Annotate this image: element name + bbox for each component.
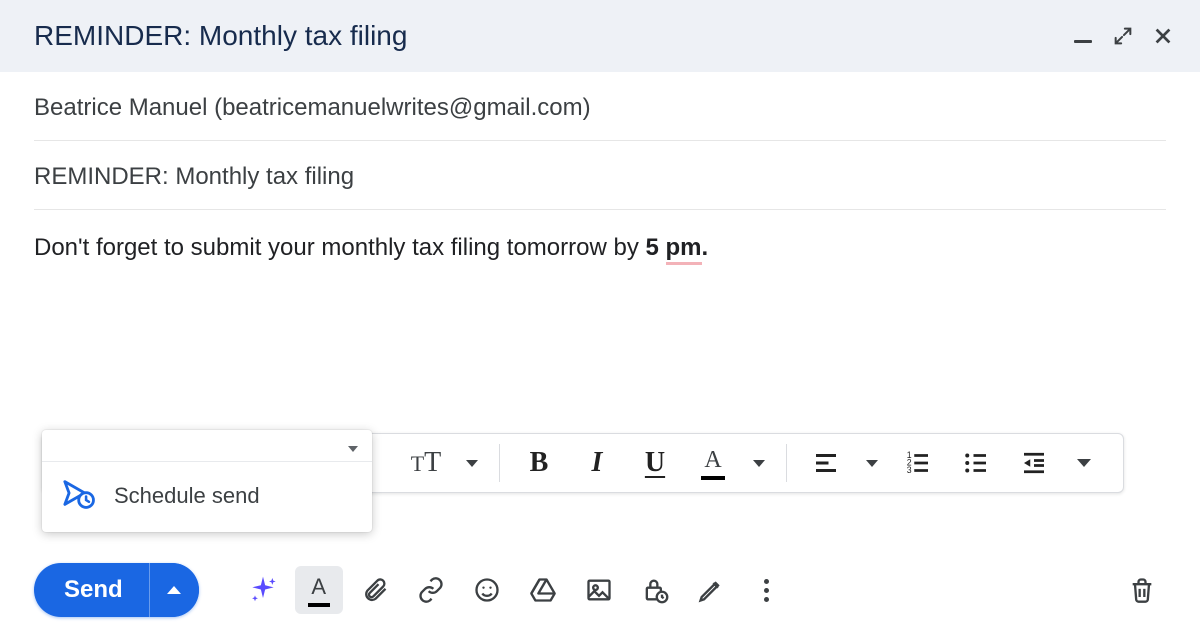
insert-signature-button[interactable]	[687, 566, 735, 614]
toolbar-divider	[499, 444, 500, 482]
close-icon	[1152, 25, 1174, 47]
indent-less-button[interactable]	[1011, 440, 1057, 486]
insert-link-button[interactable]	[407, 566, 455, 614]
formatting-toggle-button[interactable]: A	[295, 566, 343, 614]
send-split-button: Send	[34, 563, 199, 617]
compose-body: Beatrice Manuel (beatricemanuelwrites@gm…	[0, 72, 1200, 286]
body-bold-spellcheck: pm	[666, 234, 702, 265]
recipient-field[interactable]: Beatrice Manuel (beatricemanuelwrites@gm…	[34, 72, 1166, 141]
subject-value: REMINDER: Monthly tax filing	[34, 163, 354, 190]
compose-action-bar: Send A	[34, 563, 1166, 617]
more-options-button[interactable]	[743, 566, 791, 614]
bulleted-list-button[interactable]	[953, 440, 999, 486]
send-button[interactable]: Send	[34, 563, 149, 617]
image-icon	[585, 576, 613, 604]
bold-icon: B	[530, 447, 549, 479]
caret-down-icon	[753, 460, 765, 467]
font-size-icon: TT	[411, 447, 442, 479]
send-more-button[interactable]	[149, 563, 199, 617]
bold-button[interactable]: B	[516, 440, 562, 486]
link-icon	[417, 576, 445, 604]
italic-button[interactable]: I	[574, 440, 620, 486]
close-button[interactable]	[1150, 23, 1176, 49]
recipient-value: Beatrice Manuel (beatricemanuelwrites@gm…	[34, 94, 591, 121]
compose-header: REMINDER: Monthly tax filing	[0, 0, 1200, 72]
paperclip-icon	[361, 576, 389, 604]
caret-down-icon	[866, 460, 878, 467]
align-button[interactable]	[803, 440, 849, 486]
emoji-icon	[473, 576, 501, 604]
body-text: Don't forget to submit your monthly tax …	[34, 234, 646, 261]
lock-clock-icon	[641, 576, 669, 604]
send-options-dropdown[interactable]	[42, 436, 372, 462]
insert-photo-button[interactable]	[575, 566, 623, 614]
text-color-button[interactable]: A	[690, 440, 736, 486]
attach-file-button[interactable]	[351, 566, 399, 614]
schedule-send-icon	[62, 476, 96, 516]
minimize-button[interactable]	[1070, 23, 1096, 49]
confidential-mode-button[interactable]	[631, 566, 679, 614]
pen-icon	[697, 576, 725, 604]
insert-emoji-button[interactable]	[463, 566, 511, 614]
ai-write-button[interactable]	[239, 566, 287, 614]
discard-draft-button[interactable]	[1118, 566, 1166, 614]
insert-drive-button[interactable]	[519, 566, 567, 614]
body-bold: 5	[646, 234, 666, 261]
window-controls	[1070, 23, 1176, 49]
schedule-send-popup: Schedule send	[42, 430, 372, 532]
text-color-dropdown[interactable]	[748, 440, 770, 486]
more-vertical-icon	[764, 579, 769, 602]
font-size-button[interactable]: TT	[403, 440, 449, 486]
toolbar-divider	[786, 444, 787, 482]
body-suffix: .	[702, 234, 709, 261]
numbered-list-icon: 1 2 3	[903, 448, 933, 478]
caret-up-icon	[167, 586, 181, 594]
caret-down-icon	[1077, 459, 1091, 467]
italic-icon: I	[592, 447, 603, 479]
send-label: Send	[64, 576, 123, 604]
minimize-icon	[1074, 40, 1092, 43]
compose-title: REMINDER: Monthly tax filing	[34, 20, 1070, 52]
align-dropdown[interactable]	[861, 440, 883, 486]
schedule-send-item[interactable]: Schedule send	[42, 466, 372, 526]
align-icon	[811, 448, 841, 478]
schedule-send-label: Schedule send	[114, 483, 260, 509]
subject-field[interactable]: REMINDER: Monthly tax filing	[34, 141, 1166, 210]
fullscreen-button[interactable]	[1110, 23, 1136, 49]
trash-icon	[1128, 576, 1156, 604]
underline-icon: U	[645, 447, 665, 479]
text-color-icon: A	[701, 447, 725, 480]
formatting-more-button[interactable]	[1069, 440, 1099, 486]
caret-down-icon	[466, 460, 478, 467]
drive-icon	[529, 576, 557, 604]
bulleted-list-icon	[961, 448, 991, 478]
numbered-list-button[interactable]: 1 2 3	[895, 440, 941, 486]
sparkle-icon	[247, 574, 279, 606]
svg-text:3: 3	[907, 465, 912, 475]
message-body[interactable]: Don't forget to submit your monthly tax …	[34, 210, 1166, 286]
expand-icon	[1112, 25, 1134, 47]
underline-button[interactable]: U	[632, 440, 678, 486]
indent-less-icon	[1019, 448, 1049, 478]
font-size-dropdown[interactable]	[461, 440, 483, 486]
formatting-icon: A	[308, 574, 330, 607]
